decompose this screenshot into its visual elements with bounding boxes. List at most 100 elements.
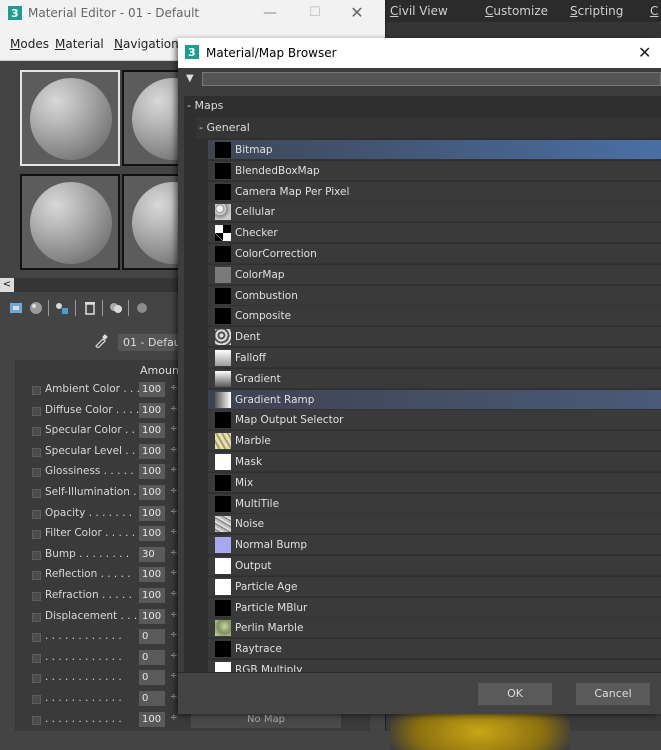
map-type-item[interactable]: Mix [208, 472, 661, 493]
menu-customize[interactable]: Customize [485, 4, 548, 18]
map-type-item[interactable]: Normal Bump [208, 535, 661, 556]
amount-spinner[interactable]: ÷ [170, 383, 178, 393]
map-amount-field[interactable]: 0 [139, 670, 165, 686]
maximize-button[interactable]: ☐ [300, 2, 330, 24]
menu-scripting[interactable]: Scripting [570, 4, 623, 18]
browser-close-button[interactable]: ✕ [638, 43, 651, 62]
scroll-left-button[interactable]: < [0, 278, 14, 292]
eyedropper-icon[interactable] [94, 334, 108, 348]
amount-spinner[interactable]: ÷ [170, 589, 178, 599]
map-type-item[interactable]: Gradient Ramp [208, 389, 661, 410]
map-type-item[interactable]: Map Output Selector [208, 410, 661, 431]
map-type-item[interactable]: Camera Map Per Pixel [208, 181, 661, 202]
close-button[interactable]: ✕ [342, 2, 372, 24]
map-amount-field[interactable]: 0 [139, 691, 165, 706]
map-enable-checkbox[interactable] [32, 633, 41, 643]
map-type-item[interactable]: RGB Multiply [208, 660, 661, 672]
map-type-item[interactable]: Mask [208, 452, 661, 472]
map-amount-field[interactable]: 100 [139, 526, 165, 542]
amount-spinner[interactable]: ÷ [170, 630, 178, 640]
map-amount-field[interactable]: 30 [139, 546, 165, 562]
map-type-item[interactable]: MultiTile [208, 493, 661, 514]
amount-spinner[interactable]: ÷ [170, 507, 178, 517]
map-enable-checkbox[interactable] [32, 489, 41, 498]
amount-spinner[interactable]: ÷ [170, 465, 178, 475]
map-amount-field[interactable]: 100 [139, 608, 165, 624]
browser-options-dropdown[interactable]: ▼ [186, 73, 194, 84]
amount-spinner[interactable]: ÷ [170, 486, 178, 496]
map-amount-field[interactable]: 100 [139, 711, 165, 727]
menu-civil-view[interactable]: Civil View [390, 4, 448, 18]
map-enable-checkbox[interactable] [32, 427, 41, 437]
map-enable-checkbox[interactable] [32, 530, 41, 540]
map-type-item[interactable]: Gradient [208, 368, 661, 389]
menu-more[interactable]: C [650, 4, 658, 18]
map-enable-checkbox[interactable] [32, 715, 41, 725]
map-enable-checkbox[interactable] [32, 447, 41, 457]
map-type-item[interactable]: Bitmap [208, 140, 661, 160]
make-unique-icon[interactable] [108, 300, 124, 316]
map-enable-checkbox[interactable] [32, 674, 41, 684]
sample-slot-scrollbar[interactable]: < [0, 278, 180, 292]
map-type-item[interactable]: ColorMap [208, 264, 661, 285]
amount-spinner[interactable]: ÷ [170, 671, 178, 681]
map-type-item[interactable]: BlendedBoxMap [208, 160, 661, 181]
ok-button[interactable]: OK [478, 683, 552, 705]
browser-map-list[interactable]: - Maps - General Bitmap BlendedBoxMap Came… [184, 96, 661, 672]
map-type-item[interactable]: Combustion [208, 285, 661, 306]
map-amount-field[interactable]: 100 [139, 443, 165, 459]
map-type-item[interactable]: Composite [208, 306, 661, 327]
search-by-name-input[interactable] [202, 72, 661, 86]
map-enable-checkbox[interactable] [32, 653, 41, 663]
amount-spinner[interactable]: ÷ [170, 445, 178, 455]
menu-material[interactable]: Material [55, 37, 104, 51]
put-to-scene-icon[interactable] [28, 300, 44, 316]
amount-spinner[interactable]: ÷ [170, 424, 178, 434]
map-type-item[interactable]: Dent [208, 327, 661, 348]
amount-spinner[interactable]: ÷ [170, 610, 178, 620]
map-type-item[interactable]: Particle MBlur [208, 597, 661, 618]
map-type-item[interactable]: Output [208, 556, 661, 576]
map-amount-field[interactable]: 0 [139, 629, 165, 645]
map-enable-checkbox[interactable] [32, 550, 41, 560]
map-amount-field[interactable]: 100 [139, 567, 165, 583]
map-enable-checkbox[interactable] [32, 509, 41, 519]
cancel-button[interactable]: Cancel [576, 683, 650, 705]
map-enable-checkbox[interactable] [32, 406, 41, 416]
map-amount-field[interactable]: 100 [139, 382, 165, 397]
map-amount-field[interactable]: 100 [139, 505, 165, 521]
map-enable-checkbox[interactable] [32, 612, 41, 622]
map-type-item[interactable]: ColorCorrection [208, 244, 661, 264]
map-type-item[interactable]: Perlin Marble [208, 618, 661, 639]
get-material-icon[interactable] [8, 300, 24, 316]
map-type-item[interactable]: Particle Age [208, 576, 661, 597]
map-amount-field[interactable]: 100 [139, 423, 165, 439]
amount-spinner[interactable]: ÷ [170, 527, 178, 537]
amount-spinner[interactable]: ÷ [170, 404, 178, 414]
amount-spinner[interactable]: ÷ [170, 692, 178, 702]
amount-spinner[interactable]: ÷ [170, 568, 178, 578]
map-enable-checkbox[interactable] [32, 592, 41, 601]
group-general-header[interactable]: - General [196, 118, 661, 138]
minimize-button[interactable]: — [255, 2, 285, 24]
amount-spinner[interactable]: ÷ [170, 651, 178, 661]
map-type-item[interactable]: Marble [208, 431, 661, 452]
map-amount-field[interactable]: 100 [139, 402, 165, 418]
map-type-item[interactable]: Falloff [208, 348, 661, 368]
browser-titlebar[interactable]: 3 Material/Map Browser ✕ [178, 38, 661, 68]
map-amount-field[interactable]: 100 [139, 485, 165, 500]
amount-spinner[interactable]: ÷ [170, 713, 178, 723]
material-editor-titlebar[interactable]: 3 Material Editor - 01 - Default — ☐ ✕ [0, 0, 385, 26]
map-enable-checkbox[interactable] [32, 695, 41, 704]
map-amount-field[interactable]: 100 [139, 588, 165, 603]
map-type-item[interactable]: Raytrace [208, 639, 661, 660]
sample-slot-1[interactable] [20, 70, 120, 166]
map-type-item[interactable]: Noise [208, 514, 661, 535]
map-enable-checkbox[interactable] [32, 468, 41, 478]
sample-slot-4[interactable] [20, 174, 120, 270]
assign-material-icon[interactable] [54, 300, 70, 316]
delete-icon[interactable] [82, 300, 98, 316]
map-enable-checkbox[interactable] [32, 571, 41, 581]
group-maps-header[interactable]: - Maps [184, 96, 661, 116]
map-amount-field[interactable]: 0 [139, 649, 165, 665]
